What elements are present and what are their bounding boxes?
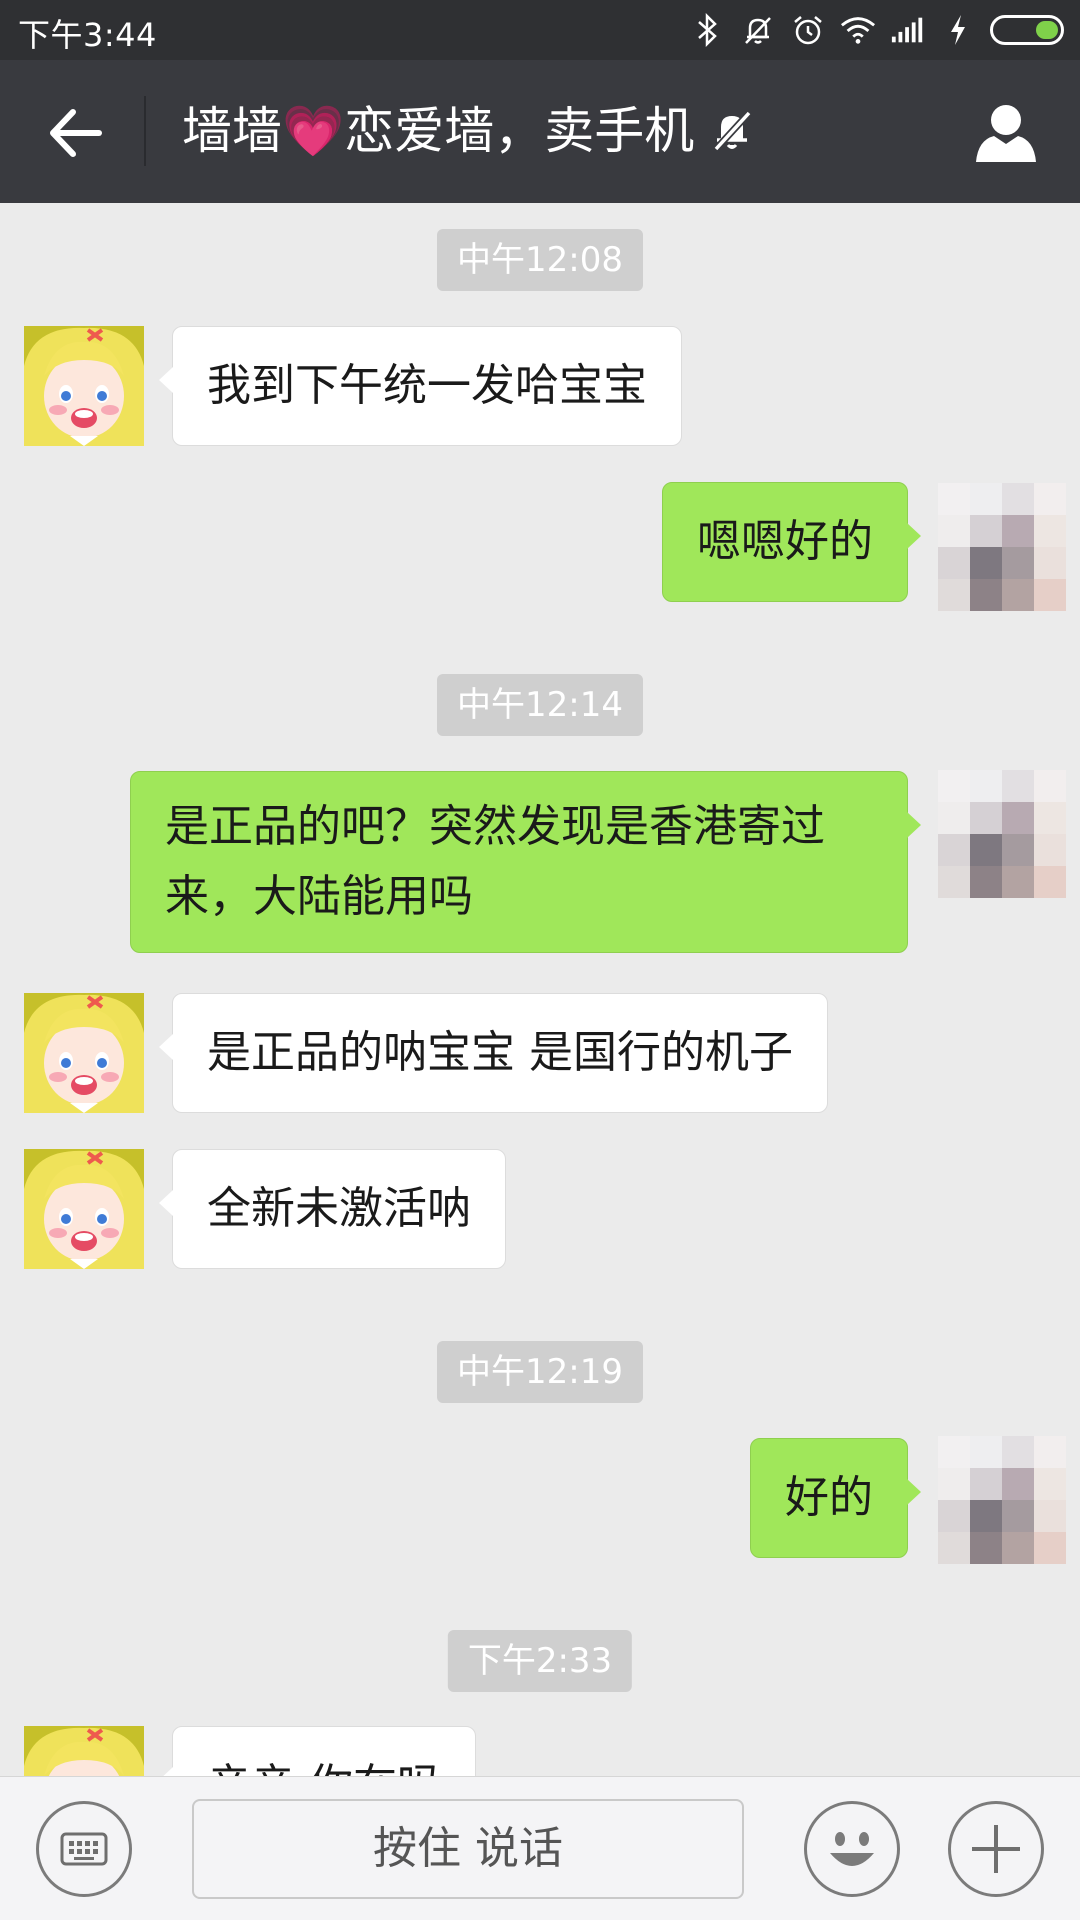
smiley-icon (830, 1832, 874, 1866)
status-bar: 下午3:44 (0, 0, 1080, 60)
incoming-message[interactable]: 亲亲 你在吗 (159, 1726, 476, 1776)
person-icon (976, 105, 1036, 162)
alarm-icon (790, 12, 826, 48)
chat-title-text: 墙墙💗恋爱墙，卖手机 (182, 102, 695, 160)
notification-off-icon (740, 12, 776, 48)
keyboard-toggle-button[interactable] (36, 1801, 132, 1897)
back-button[interactable] (40, 98, 110, 168)
contact-avatar[interactable] (24, 993, 144, 1113)
battery-icon (990, 15, 1064, 45)
charging-icon (940, 12, 976, 48)
contact-avatar[interactable] (24, 1149, 144, 1269)
incoming-message[interactable]: 我到下午统一发哈宝宝 (159, 326, 682, 446)
more-functions-button[interactable] (948, 1801, 1044, 1897)
chat-title: 墙墙💗恋爱墙，卖手机 (182, 96, 754, 166)
arrow-left-icon (50, 109, 102, 157)
timestamp: 中午12:08 (437, 229, 643, 291)
contact-avatar[interactable] (24, 1726, 144, 1776)
incoming-message[interactable]: 是正品的呐宝宝 是国行的机子 (159, 993, 828, 1113)
keyboard-icon (60, 1832, 108, 1866)
chat-message-list[interactable]: 中午12:08 我到下午统一发哈宝宝 嗯嗯好的 中午12:14 是正品的吧？突然… (0, 203, 1080, 1776)
plus-icon (972, 1825, 1020, 1873)
contact-avatar[interactable] (24, 326, 144, 446)
status-time: 下午3:44 (18, 16, 157, 54)
chat-input-bar: 按住 说话 (0, 1776, 1080, 1920)
status-icons (690, 10, 1064, 50)
bluetooth-icon (690, 12, 726, 48)
hold-to-talk-button[interactable]: 按住 说话 (192, 1799, 744, 1899)
outgoing-message[interactable]: 好的 (750, 1438, 921, 1558)
my-avatar[interactable] (938, 1436, 1066, 1564)
my-avatar[interactable] (938, 770, 1066, 898)
chat-header: 墙墙💗恋爱墙，卖手机 (0, 60, 1080, 203)
signal-icon (890, 12, 926, 48)
emoji-button[interactable] (804, 1801, 900, 1897)
outgoing-message[interactable]: 是正品的吧？突然发现是香港寄过来，大陆能用吗 (130, 771, 921, 953)
outgoing-message[interactable]: 嗯嗯好的 (662, 482, 921, 602)
timestamp: 中午12:14 (437, 674, 643, 736)
my-avatar[interactable] (938, 483, 1066, 611)
bell-off-icon (710, 108, 754, 154)
header-divider (144, 96, 146, 166)
timestamp: 中午12:19 (437, 1341, 643, 1403)
incoming-message[interactable]: 全新未激活呐 (159, 1149, 506, 1269)
profile-button[interactable] (970, 96, 1042, 168)
timestamp: 下午2:33 (447, 1630, 633, 1692)
wifi-icon (840, 12, 876, 48)
